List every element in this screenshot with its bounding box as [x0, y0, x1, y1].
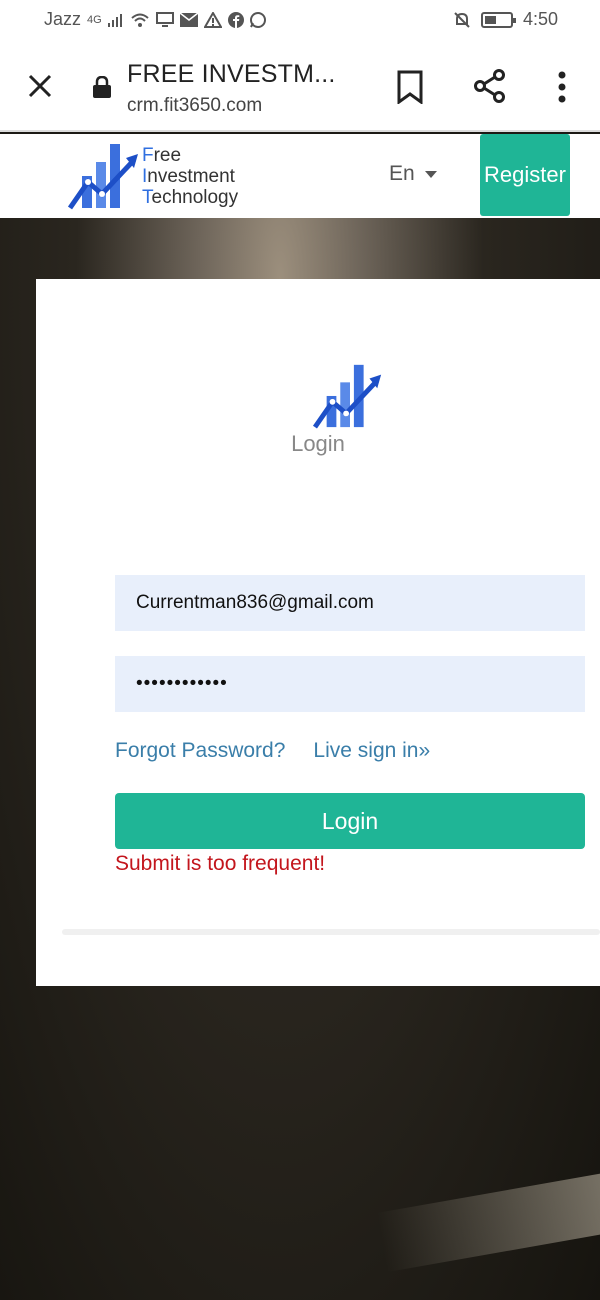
- login-button[interactable]: Login: [115, 793, 585, 849]
- warning-icon: [203, 11, 222, 28]
- auth-links: Forgot Password? Live sign in»: [115, 739, 430, 763]
- live-sign-in-link[interactable]: Live sign in»: [313, 739, 430, 763]
- signal-bars-icon: [107, 13, 122, 27]
- browser-toolbar: FREE INVESTM... crm.fit3650.com: [0, 40, 600, 132]
- logo-initial: T: [142, 187, 152, 208]
- caret-down-icon: [424, 170, 437, 178]
- close-icon[interactable]: [22, 68, 58, 104]
- mail-icon: [179, 12, 198, 27]
- mute-bell-icon: [454, 11, 470, 28]
- login-heading: Login: [291, 431, 345, 456]
- signal-icon: 4G: [87, 13, 102, 26]
- clock: 4:50: [522, 9, 558, 29]
- bookmark-icon[interactable]: [396, 70, 424, 104]
- logo-text: Free Investment Technology: [142, 145, 238, 208]
- wifi-icon: [131, 13, 149, 27]
- url-field[interactable]: crm.fit3650.com: [127, 95, 262, 117]
- language-selector[interactable]: En: [389, 162, 437, 186]
- language-label: En: [389, 162, 415, 185]
- whatsapp-icon: [249, 11, 266, 28]
- register-button[interactable]: Register: [480, 134, 570, 216]
- forgot-password-link[interactable]: Forgot Password?: [115, 739, 285, 763]
- screen-icon: [155, 11, 174, 27]
- logo-chart-icon[interactable]: [68, 138, 144, 212]
- logo-word: nvestment: [147, 166, 235, 187]
- site-header: Free Investment Technology En Register: [0, 134, 600, 218]
- battery-icon: [480, 11, 516, 28]
- lock-icon: [93, 76, 111, 98]
- page-title: FREE INVESTM...: [127, 60, 336, 88]
- logo-chart-icon: [312, 364, 382, 429]
- status-bar: Jazz 4G 4:50: [0, 0, 600, 40]
- more-options-icon[interactable]: [548, 70, 576, 104]
- logo-word: ree: [153, 145, 182, 166]
- logo-word: echnology: [151, 187, 239, 208]
- facebook-icon: [227, 11, 244, 28]
- share-icon[interactable]: [472, 68, 508, 104]
- card-divider: [62, 929, 600, 935]
- password-field[interactable]: [115, 656, 585, 712]
- login-card: Login Forgot Password? Live sign in» Log…: [36, 279, 600, 986]
- email-field[interactable]: [115, 575, 585, 631]
- logo-initial: F: [142, 145, 154, 166]
- error-message: Submit is too frequent!: [115, 852, 326, 875]
- carrier-label: Jazz: [44, 9, 82, 29]
